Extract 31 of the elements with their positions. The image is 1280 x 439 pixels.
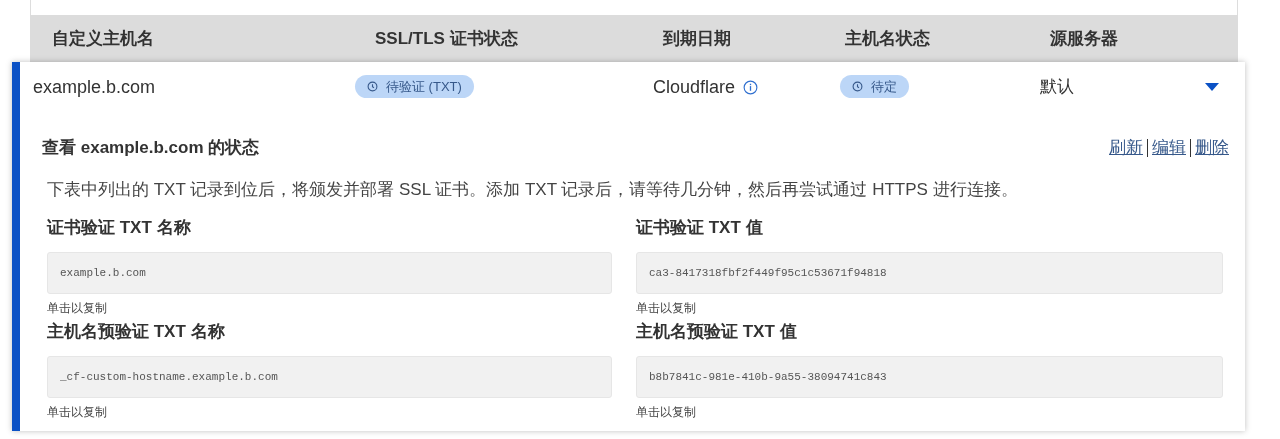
field-label: 主机名预验证 TXT 值 — [636, 321, 798, 343]
column-header: 源服务器 — [1050, 27, 1119, 50]
ssl-status-badge: 待验证 (TXT) — [355, 74, 474, 99]
copy-hint: 单击以复制 — [636, 300, 697, 316]
origin-text: 默认 — [1040, 76, 1075, 99]
action-link[interactable]: 刷新 — [1109, 135, 1143, 161]
copy-hint: 单击以复制 — [47, 300, 108, 316]
column-header: 主机名状态 — [845, 27, 931, 50]
caret-icon[interactable] — [1205, 82, 1219, 92]
copy-field[interactable]: ca3-8417318fbf2f449f95c1c53671f94818 — [636, 252, 1223, 294]
action-link[interactable]: 编辑 — [1152, 135, 1186, 161]
expiry-text: Cloudflare — [653, 75, 736, 99]
hostname-text: example.b.com — [33, 75, 157, 99]
copy-field[interactable]: example.b.com — [47, 252, 612, 294]
column-header: SSL/TLS 证书状态 — [375, 27, 519, 50]
clock-icon — [852, 81, 863, 93]
column-header: 自定义主机名 — [52, 27, 155, 50]
hostname-status-badge: 待定 — [840, 74, 909, 99]
action-link[interactable]: 删除 — [1195, 135, 1229, 161]
copy-field[interactable]: b8b7841c-981e-410b-9a55-38094741c843 — [636, 356, 1223, 398]
copy-hint: 单击以复制 — [636, 404, 697, 420]
copy-hint: 单击以复制 — [47, 404, 108, 420]
field-label: 证书验证 TXT 值 — [636, 217, 764, 239]
details-title: 查看 example.b.com 的状态 — [42, 137, 260, 160]
field-label: 主机名预验证 TXT 名称 — [47, 321, 226, 343]
clock-icon — [367, 81, 378, 93]
field-label: 证书验证 TXT 名称 — [47, 217, 192, 239]
info-icon[interactable] — [743, 79, 759, 95]
copy-field[interactable]: _cf-custom-hostname.example.b.com — [47, 356, 612, 398]
description-text: 下表中列出的 TXT 记录到位后，将颁发并部署 SSL 证书。添加 TXT 记录后，请等待几分钟，然后再尝试通过 HTTPS 进行连接。 — [46, 179, 1019, 201]
column-header: 到期日期 — [663, 27, 732, 50]
